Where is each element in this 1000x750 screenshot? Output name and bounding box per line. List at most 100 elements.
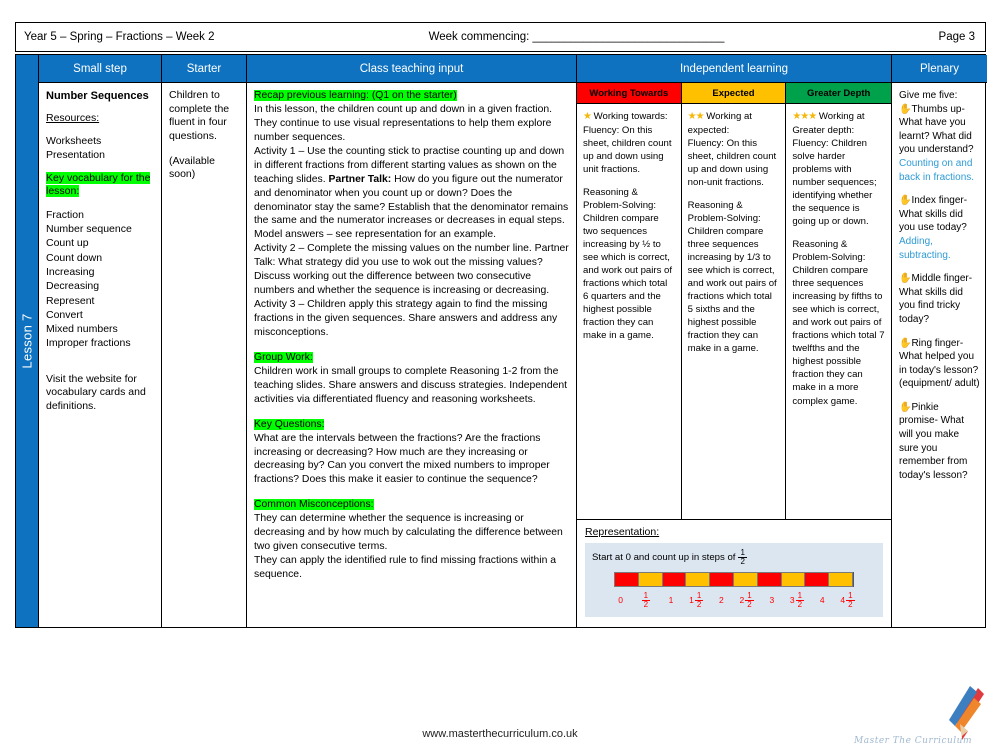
vocab-item: Mixed numbers	[46, 323, 118, 336]
counting-stick-tick-label: 212	[739, 590, 754, 609]
working-towards-header: Working Towards	[577, 83, 681, 104]
counting-stick-segment	[709, 572, 734, 587]
working-towards-fluency: Fluency: On this sheet, children count u…	[583, 124, 672, 175]
vocab-item: Improper fractions	[46, 337, 131, 350]
lesson-intro: In this lesson, the children count up an…	[254, 103, 553, 143]
misconceptions-label: Common Misconceptions:	[254, 499, 374, 511]
counting-stick-tick-label: 3	[769, 595, 775, 605]
hand-icon: ✋	[899, 337, 912, 349]
working-towards-column: Working Towards ★ Working towards: Fluen…	[577, 83, 682, 519]
counting-stick-tick-label: 312	[789, 590, 805, 609]
vocab-item: Represent	[46, 294, 95, 307]
plenary-question: Ring finger- What helped you in today's …	[899, 337, 980, 390]
lesson-tab: Lesson 7	[16, 55, 39, 627]
starter-text: Children to complete the fluent in four …	[169, 89, 230, 142]
counting-stick-segment	[732, 572, 758, 587]
expected-fluency: Fluency: On this sheet, children count u…	[687, 137, 777, 188]
expected-column: Expected ★★ Working at expected: Fluency…	[681, 83, 787, 519]
starter-cell: Children to complete the fluent in four …	[162, 83, 247, 627]
hand-icon: ✋	[899, 273, 912, 285]
counting-stick-segment	[804, 572, 830, 587]
greater-depth-column: Greater Depth ★★★ Working at Greater dep…	[786, 83, 892, 519]
resources-label: Resources:	[46, 112, 100, 125]
activity-1: Activity 1 – Use the counting stick to p…	[254, 145, 569, 227]
star-icon: ★★	[687, 111, 705, 122]
activity-2: Activity 2 – Complete the missing values…	[254, 243, 569, 297]
representation-panel: Start at 0 and count up in steps of 1 2 …	[585, 543, 883, 617]
representation-title: Representation:	[585, 526, 660, 538]
greater-depth-body: ★★★ Working at Greater depth: Fluency: C…	[786, 104, 891, 519]
counting-stick-segment	[756, 572, 782, 587]
counting-stick-tick-label: 112	[689, 590, 704, 609]
plenary-item: ✋Pinkie promise- What will you make sure…	[899, 401, 980, 483]
counting-stick-segment	[661, 572, 687, 587]
working-towards-heading: ★ Working towards:	[583, 111, 668, 122]
resources-list: Worksheets Presentation	[46, 135, 154, 163]
footer-website-url[interactable]: www.masterthecurriculum.co.uk	[0, 728, 1000, 740]
vocab-item: Increasing	[46, 266, 95, 278]
resource-item: Worksheets	[46, 134, 102, 147]
vocab-item: Number sequence	[46, 223, 132, 236]
misconception-2: They can apply the identified rule to fi…	[254, 555, 557, 580]
lesson-plan-page: Year 5 – Spring – Fractions – Week 2 Wee…	[0, 0, 1000, 750]
plenary-answer: Adding, subtracting.	[899, 235, 951, 261]
group-work-label: Group Work:	[254, 351, 313, 363]
expected-header: Expected	[681, 83, 786, 104]
plenary-item: ✋Index finger- What skills did you use t…	[899, 194, 980, 262]
page-number: Page 3	[938, 31, 975, 43]
recap-label: Recap previous learning: (Q1 on the star…	[254, 90, 457, 101]
week-commencing: Week commencing: _______________________…	[428, 31, 725, 43]
vocab-item: Count up	[46, 237, 89, 250]
vocab-item: Convert	[46, 308, 83, 321]
differentiation-columns: Working Towards ★ Working towards: Fluen…	[577, 83, 892, 519]
website-note: Visit the website for vocabulary cards a…	[46, 372, 146, 412]
greater-depth-heading: ★★★ Working at Greater depth:	[792, 111, 865, 136]
column-header-small-step: Small step	[39, 55, 162, 83]
step-fraction: 1 2	[738, 548, 747, 566]
plenary-question: Thumbs up- What have you learnt? What di…	[899, 103, 974, 156]
counting-stick-tick-label: 1	[668, 595, 674, 605]
vocabulary-list: Fraction Number sequence Count up Count …	[46, 208, 154, 351]
model-answers: Model answers – see representation for a…	[254, 229, 497, 241]
misconception-1: They can determine whether the sequence …	[254, 513, 563, 553]
brand-logo-text: Master The Curriculum	[854, 736, 973, 746]
counting-stick-tick-label: 0	[618, 595, 623, 605]
plenary-title: Give me five:	[899, 90, 958, 101]
class-teaching-input-cell: Recap previous learning: (Q1 on the star…	[247, 83, 577, 627]
vocab-item: Fraction	[46, 208, 84, 221]
representation-section: Representation: Start at 0 and count up …	[577, 519, 891, 627]
plenary-items: ✋ Thumbs up- What have you learnt? What d…	[899, 103, 980, 483]
vocab-item: Count down	[46, 251, 103, 264]
column-header-starter: Starter	[162, 55, 247, 83]
counting-stick-tick-label: 412	[840, 590, 855, 609]
lesson-plan-table: Lesson 7 Small step Starter Class teachi…	[15, 54, 987, 628]
plenary-item: ✋Middle finger- What skills did you find…	[899, 272, 980, 326]
resource-item: Presentation	[46, 148, 105, 161]
document-title: Year 5 – Spring – Fractions – Week 2	[24, 31, 215, 43]
pencil-icon	[949, 686, 984, 740]
plenary-item: ✋Thumbs up- What have you learnt? What d…	[899, 103, 980, 185]
lesson-tab-label: Lesson 7	[19, 313, 35, 369]
counting-stick-segment	[614, 572, 639, 587]
counting-stick-tick-label: 12	[641, 590, 651, 609]
plenary-question: Pinkie promise- What will you make sure …	[899, 401, 968, 481]
expected-body: ★★ Working at expected: Fluency: On this…	[682, 104, 786, 519]
activity-3: Activity 3 – Children apply this strateg…	[254, 299, 558, 338]
greater-depth-header: Greater Depth	[786, 83, 892, 104]
counting-stick-segment	[828, 572, 853, 587]
counting-stick-segment	[637, 572, 663, 587]
expected-reasoning: Reasoning & Problem-Solving: Children co…	[687, 199, 777, 355]
star-icon: ★★★	[792, 111, 817, 122]
document-header: Year 5 – Spring – Fractions – Week 2 Wee…	[15, 22, 986, 52]
brand-logo: Master The Curriculum	[852, 682, 992, 748]
